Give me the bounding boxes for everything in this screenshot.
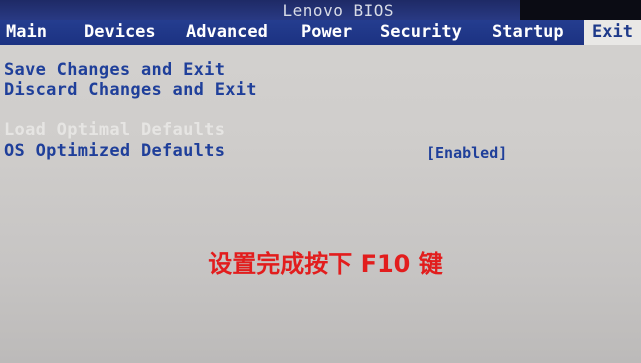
tab-main[interactable]: Main xyxy=(6,20,47,45)
tab-bar: Main Devices Advanced Power Security Sta… xyxy=(0,20,641,45)
save-changes-and-exit[interactable]: Save Changes and Exit xyxy=(4,60,225,80)
load-optimal-defaults: Load Optimal Defaults xyxy=(4,120,226,140)
bios-title: Lenovo BIOS xyxy=(282,1,394,20)
title-bar: Lenovo BIOS xyxy=(0,0,520,22)
os-optimized-defaults-value[interactable]: [Enabled] xyxy=(426,144,507,162)
overlay-caption: 设置完成按下 F10 键 xyxy=(208,250,443,278)
bios-screen: Lenovo BIOS Main Devices Advanced Power … xyxy=(0,0,641,363)
os-optimized-defaults[interactable]: OS Optimized Defaults xyxy=(4,141,225,161)
tab-advanced[interactable]: Advanced xyxy=(186,20,268,45)
tab-security[interactable]: Security xyxy=(380,20,462,45)
tab-devices[interactable]: Devices xyxy=(84,20,156,45)
tab-startup[interactable]: Startup xyxy=(492,20,564,45)
tab-power[interactable]: Power xyxy=(301,20,352,45)
tab-exit[interactable]: Exit xyxy=(584,20,641,45)
discard-changes-and-exit[interactable]: Discard Changes and Exit xyxy=(4,80,257,100)
